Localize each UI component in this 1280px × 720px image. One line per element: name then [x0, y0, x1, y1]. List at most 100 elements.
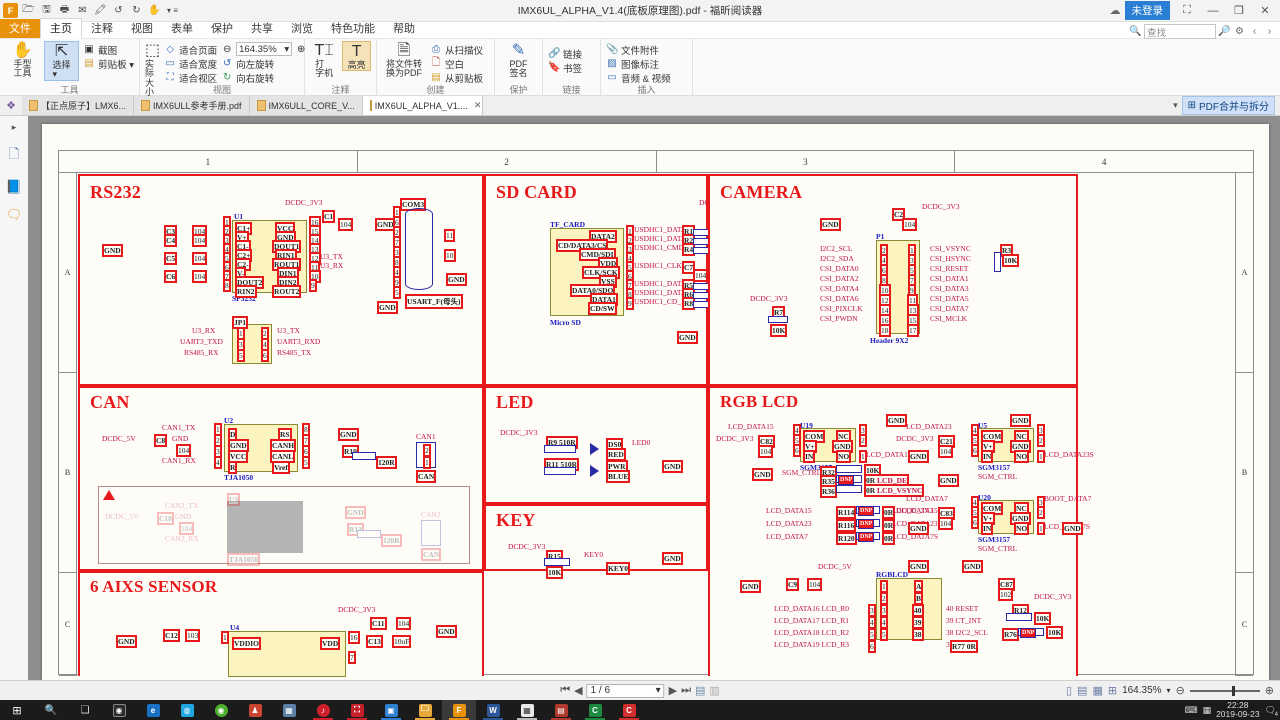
fit-page-button[interactable]: ◇ 适合页面 [164, 43, 217, 57]
search-input[interactable]: 查找 [1144, 24, 1216, 39]
menu-tab-browse[interactable]: 浏览 [282, 19, 322, 38]
next-page-icon[interactable]: ▶ [669, 684, 677, 697]
open-icon[interactable]: 🗁 [21, 3, 36, 18]
taskbar-app-word[interactable]: W [476, 700, 510, 720]
continuous-view-icon[interactable]: ▤ [1077, 684, 1087, 697]
zoom-out-status-icon[interactable]: ⊖ [1176, 684, 1185, 697]
pdf-merge-split-button[interactable]: ⊞ PDF合并与拆分 [1181, 96, 1275, 115]
taskbar-app-c[interactable]: C [612, 700, 646, 720]
tabs-overview-icon[interactable]: ❖ [0, 99, 22, 112]
taskbar-app-tool[interactable]: ♟ [238, 700, 272, 720]
menu-tab-protect[interactable]: 保护 [202, 19, 242, 38]
maximize-button[interactable]: ❐ [1226, 1, 1252, 21]
clipboard-button[interactable]: ▤ 剪贴板 ▾ [83, 57, 134, 71]
doc-tab-2[interactable]: IMX6ULL参考手册.pdf [134, 96, 250, 115]
redo-icon[interactable]: ↻ [129, 3, 144, 18]
select-tool-button[interactable]: ⇱ 选择 ▾ [44, 41, 80, 81]
print-icon[interactable]: 🖶 [57, 3, 72, 18]
windows-start-icon[interactable]: ⊞ [0, 700, 34, 720]
taskbar-app-clion[interactable]: C [578, 700, 612, 720]
fit-page-status-icon[interactable]: ▤ [695, 684, 705, 697]
taskbar-app-calculator[interactable]: ▦ [510, 700, 544, 720]
undo-icon[interactable]: ↺ [111, 3, 126, 18]
doc-tab-1[interactable]: 【正点原子】LMX6... [22, 96, 135, 115]
taskbar-app-media[interactable]: ▤ [544, 700, 578, 720]
email-icon[interactable]: ✉ [75, 3, 90, 18]
save-icon[interactable]: 🖫 [39, 3, 54, 18]
ribbon-options-icon[interactable]: ⛶ [1174, 1, 1200, 21]
rotate-left-button[interactable]: ↺ 向左旋转 [221, 57, 307, 71]
taskbar-app-green[interactable]: ◉ [204, 700, 238, 720]
search-icon[interactable]: 🔍 [1129, 26, 1142, 37]
fit-width-button[interactable]: ▭ 适合宽度 [164, 57, 217, 71]
taskbar-app-vmware[interactable]: ▣ [374, 700, 408, 720]
zoom-out-icon[interactable]: ⊖ [221, 44, 233, 55]
zoom-value-input[interactable]: 164.35% ▾ [236, 42, 293, 56]
taskbar-clock[interactable]: 22:28 2019-09-23 [1216, 700, 1259, 720]
zoom-in-status-icon[interactable]: ⊕ [1265, 684, 1274, 697]
tray-ime-icon[interactable]: ⌨ [1185, 705, 1198, 716]
taskbar-app-edge[interactable]: e [136, 700, 170, 720]
bookmark-button[interactable]: 🔖 书签 [548, 61, 582, 75]
file-attachment-button[interactable]: 📎 文件附件 [606, 43, 671, 57]
zoom-menu-icon[interactable]: ▾ [1167, 686, 1171, 695]
convert-to-pdf-button[interactable]: 🗎 将文件转 换为PDF [382, 41, 426, 79]
page-thumbnails-icon[interactable]: 🗋 [9, 145, 19, 167]
task-view-icon[interactable]: ❏ [68, 700, 102, 720]
close-button[interactable]: ✕ [1252, 1, 1278, 21]
taskbar-app-explorer[interactable]: 🗀 [408, 700, 442, 720]
doc-tab-3[interactable]: IMX6ULL_CORE_V... [249, 96, 363, 115]
comments-icon[interactable]: 🗨 [6, 207, 23, 223]
image-annotation-button[interactable]: ▨ 图像标注 [606, 57, 671, 71]
link-button[interactable]: 🔗 链接 [548, 47, 582, 61]
search-settings-icon[interactable]: ⚙ [1233, 26, 1246, 37]
notification-icon[interactable]: 🗨 4 [1265, 705, 1278, 718]
highlight-icon[interactable]: 🖍 [93, 3, 108, 18]
taskbar-app-netease[interactable]: ♪ [306, 700, 340, 720]
menu-tab-comment[interactable]: 注释 [82, 19, 122, 38]
doc-tab-close-icon[interactable]: ✕ [474, 100, 482, 111]
fit-width-status-icon[interactable]: ▥ [709, 684, 719, 697]
menu-tab-features[interactable]: 特色功能 [322, 19, 384, 38]
zoom-slider[interactable] [1189, 685, 1260, 696]
first-page-icon[interactable]: ⏮ [560, 684, 570, 697]
taskbar-app-photo[interactable]: ▦ [272, 700, 306, 720]
menu-tab-home[interactable]: 主页 [40, 18, 82, 39]
tab-overflow-icon[interactable]: ▾ [1173, 100, 1178, 111]
nav-forward-icon[interactable]: › [1263, 26, 1276, 37]
zoom-dropdown-icon[interactable]: ▾ [284, 44, 289, 55]
typewriter-button[interactable]: T⌶ 打字机 [310, 41, 338, 79]
doc-tab-4[interactable]: IMX6UL_ALPHA_V1.... ✕ [362, 96, 483, 115]
pdf-sign-button[interactable]: ✎ PDF 签名 [500, 41, 537, 79]
menu-tab-form[interactable]: 表单 [162, 19, 202, 38]
highlight-button[interactable]: T 高亮 [342, 41, 371, 72]
single-page-view-icon[interactable]: ▯ [1066, 684, 1072, 697]
zoom-slider-knob[interactable] [1231, 685, 1235, 696]
rail-expand-icon[interactable]: ▸ [12, 122, 17, 133]
nav-back-icon[interactable]: ‹ [1248, 26, 1261, 37]
taskbar-app-foxit-active[interactable]: F [442, 700, 476, 720]
hand-icon[interactable]: ✋ [147, 3, 162, 18]
customize-qat-icon[interactable]: ▾ ≡ [165, 3, 180, 18]
cloud-icon[interactable]: ☁ [1110, 4, 1121, 17]
taskbar-app-browser[interactable]: ◍ [170, 700, 204, 720]
menu-tab-file[interactable]: 文件 [0, 19, 40, 38]
page-dropdown-icon[interactable]: ▾ [656, 685, 661, 696]
minimize-button[interactable]: — [1200, 1, 1226, 21]
bookmarks-icon[interactable]: 📘 [6, 179, 22, 195]
last-page-icon[interactable]: ⏭ [681, 684, 691, 697]
page-number-input[interactable]: 1 / 6 ▾ [586, 683, 665, 698]
hand-tool-button[interactable]: ✋ 手型 工具 [5, 41, 40, 79]
snapshot-button[interactable]: ▣ 截图 [83, 43, 134, 57]
tray-grid-icon[interactable]: ▦ [1203, 705, 1212, 716]
login-status-button[interactable]: 未登录 [1124, 1, 1170, 20]
document-viewport[interactable]: 1 2 3 4 A B C A B C RS232 U1 SP3232 C1+ … [28, 116, 1280, 680]
menu-tab-help[interactable]: 帮助 [384, 19, 424, 38]
taskbar-app-camera[interactable]: ◉ [102, 700, 136, 720]
facing-view-icon[interactable]: ▦ [1092, 684, 1102, 697]
menu-tab-share[interactable]: 共享 [242, 19, 282, 38]
prev-page-icon[interactable]: ◀ [574, 684, 582, 697]
menu-tab-view[interactable]: 视图 [122, 19, 162, 38]
search-go-icon[interactable]: 🔎 [1218, 26, 1231, 37]
blank-page-button[interactable]: 🗋 空白 [430, 57, 483, 71]
